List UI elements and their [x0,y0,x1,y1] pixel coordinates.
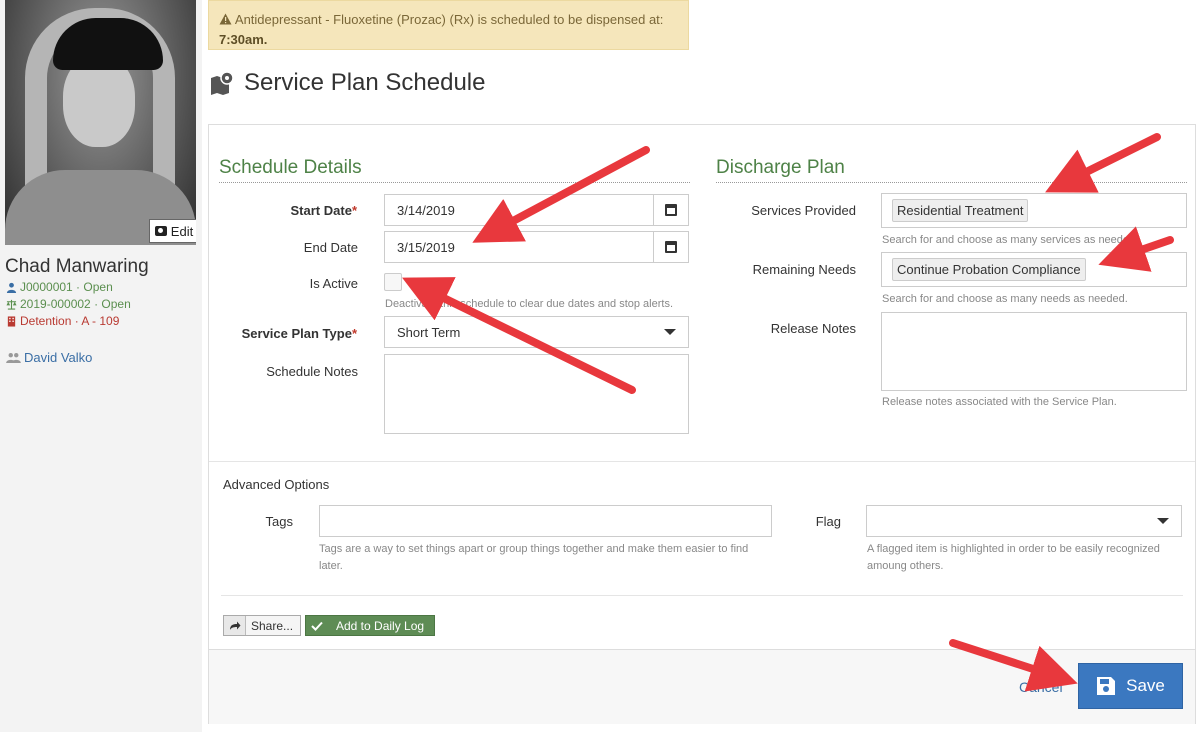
share-button[interactable]: Share... [223,615,301,636]
camera-icon [154,226,167,236]
add-to-daily-log-button[interactable]: Add to Daily Log [305,615,435,636]
tags-help: Tags are a way to set things apart or gr… [319,543,749,572]
users-icon [6,353,21,363]
start-date-calendar-button[interactable] [653,194,689,226]
release-notes-help: Release notes associated with the Servic… [882,396,1117,408]
section-divider [209,461,1195,462]
staff-line[interactable]: David Valko [6,350,92,365]
location-text: Detention · A - 109 [20,314,120,328]
remaining-needs-label: Remaining Needs [752,262,856,277]
discharge-plan-heading: Discharge Plan [716,157,1187,183]
page-title: Service Plan Schedule [210,69,485,97]
check-icon [306,616,328,635]
service-plan-type-value: Short Term [397,324,461,340]
share-label: Share... [251,618,294,633]
alert-time: 7:30am. [219,32,268,47]
youth-id-text: J0000001 · Open [20,280,113,294]
schedule-notes-textarea[interactable] [384,354,689,434]
flag-help: A flagged item is highlighted in order t… [867,543,1160,572]
services-provided-label: Services Provided [751,203,856,218]
is-active-label: Is Active [309,276,358,291]
flag-label: Flag [815,514,841,529]
dropdown-caret-icon [1157,518,1169,524]
start-date-label: Start Date* [290,203,357,218]
release-notes-label: Release Notes [770,321,856,336]
service-chip[interactable]: Residential Treatment [892,199,1029,222]
case-text: 2019-000002 · Open [20,297,131,311]
service-plan-type-label: Service Plan Type* [241,326,357,341]
services-provided-help: Search for and choose as many services a… [882,234,1139,246]
options-divider [221,595,1183,596]
building-icon [7,315,16,327]
scales-icon [6,299,17,310]
youth-id-line[interactable]: J0000001 · Open [6,280,113,294]
profile-photo: Edit [5,0,196,245]
end-date-input[interactable]: 3/15/2019 [384,231,654,263]
cancel-link[interactable]: Cancel [1019,679,1063,695]
dropdown-caret-icon [664,329,676,335]
end-date-label: End Date [303,240,358,255]
start-date-input[interactable]: 3/14/2019 [384,194,654,226]
needs-chip[interactable]: Continue Probation Compliance [892,258,1086,281]
share-arrow-icon [224,616,246,635]
tags-label: Tags [265,514,293,529]
edit-photo-label: Edit [170,223,194,239]
page-title-text: Service Plan Schedule [244,69,486,96]
calendar-icon [665,241,677,253]
is-active-help: Deactivate this schedule to clear due da… [385,298,674,310]
edit-photo-button[interactable]: Edit [149,219,196,243]
add-to-daily-log-label: Add to Daily Log [336,618,425,633]
flag-select[interactable] [866,505,1182,537]
schedule-details-heading: Schedule Details [219,157,690,183]
person-name[interactable]: Chad Manwaring [5,256,149,278]
location-line[interactable]: Detention · A - 109 [6,314,119,328]
remaining-needs-help: Search for and choose as many needs as n… [882,293,1128,305]
services-provided-input[interactable]: Residential Treatment [881,193,1187,228]
service-plan-type-select[interactable]: Short Term [384,316,689,348]
save-label: Save [1126,676,1165,695]
profile-sidebar: Edit Chad Manwaring J0000001 · Open 2019… [0,0,202,732]
save-button[interactable]: Save [1078,663,1183,709]
warning-icon [219,11,232,30]
is-active-checkbox[interactable] [384,273,402,291]
dispense-alert: Antidepressant - Fluoxetine (Prozac) (Rx… [208,0,689,50]
map-marker-icon [211,71,234,95]
advanced-options-heading: Advanced Options [223,477,330,492]
end-date-calendar-button[interactable] [653,231,689,263]
user-icon [6,282,17,293]
staff-name: David Valko [24,350,93,365]
remaining-needs-input[interactable]: Continue Probation Compliance [881,252,1187,287]
calendar-icon [665,204,677,216]
service-plan-form: Schedule Details Start Date* 3/14/2019 E… [208,124,1196,724]
case-line[interactable]: 2019-000002 · Open [6,297,131,311]
schedule-notes-label: Schedule Notes [266,364,358,379]
floppy-disk-icon [1097,677,1116,695]
tags-input[interactable] [319,505,772,537]
release-notes-textarea[interactable] [881,312,1187,391]
alert-text: Antidepressant - Fluoxetine (Prozac) (Rx… [234,12,664,27]
